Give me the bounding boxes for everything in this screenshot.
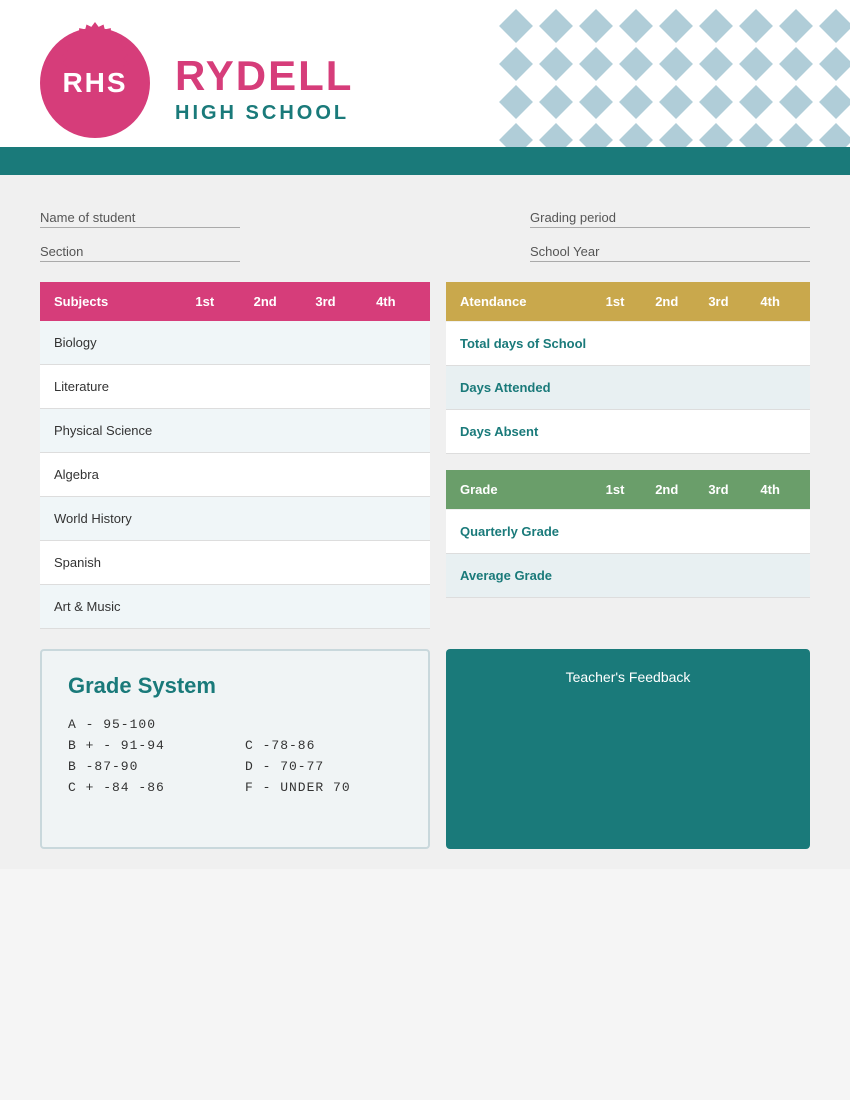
grade-col-q3: 3rd	[693, 482, 745, 497]
feedback-box: Teacher's Feedback	[446, 649, 810, 849]
attendance-row: Total days of School	[446, 322, 810, 366]
grade-system-item: C -78-86	[245, 738, 402, 753]
grade-col-q1: 1st	[589, 482, 641, 497]
grade-system-item: B -87-90	[68, 759, 225, 774]
grade-system-item: B + - 91-94	[68, 738, 225, 753]
subjects-rows: Biology Literature Physical Science Algebra…	[40, 321, 430, 629]
bottom-grid: Grade System A - 95-100 B + - 91-94 C -78-…	[40, 649, 810, 849]
feedback-title: Teacher's Feedback	[566, 669, 691, 685]
subject-row: Biology	[40, 321, 430, 365]
grade-col-label: Grade	[460, 482, 589, 497]
subjects-section: Subjects 1st 2nd 3rd 4th Biology Literatu…	[40, 282, 430, 629]
subjects-col-q4: 4th	[356, 294, 416, 309]
grade-col-q4: 4th	[744, 482, 796, 497]
subject-row: Art & Music	[40, 585, 430, 629]
subject-name: Spanish	[54, 555, 175, 570]
right-col: Atendance 1st 2nd 3rd 4th Total days of …	[446, 282, 810, 629]
subject-row: Literature	[40, 365, 430, 409]
content: Name of student Section Grading period S…	[0, 175, 850, 869]
subject-name: Art & Music	[54, 599, 175, 614]
subject-row: Algebra	[40, 453, 430, 497]
subject-row: Physical Science	[40, 409, 430, 453]
grade-system-grid: A - 95-100 B + - 91-94 C -78-86 B -87-90 D -…	[68, 717, 402, 795]
grade-system-item: A - 95-100	[68, 717, 402, 732]
subject-row: Spanish	[40, 541, 430, 585]
student-info: Name of student Section Grading period S…	[40, 195, 810, 282]
subjects-col-q2: 2nd	[235, 294, 295, 309]
grade-system-item: C + -84 -86	[68, 780, 225, 795]
attendance-row: Days Attended	[446, 366, 810, 410]
subject-name: Biology	[54, 335, 175, 350]
grade-rows: Quarterly GradeAverage Grade	[446, 510, 810, 598]
subject-name: Algebra	[54, 467, 175, 482]
school-name-sub: HIGH SCHOOL	[175, 102, 353, 125]
diamond-pattern: // Will be rendered via JS below	[490, 0, 850, 150]
subjects-col-q3: 3rd	[295, 294, 355, 309]
subject-row: World History	[40, 497, 430, 541]
grade-system-item: F - UNDER 70	[245, 780, 402, 795]
section-label: Section	[40, 244, 240, 262]
attendance-section: Atendance 1st 2nd 3rd 4th Total days of …	[446, 282, 810, 454]
subjects-header: Subjects 1st 2nd 3rd 4th	[40, 282, 430, 321]
student-name-label: Name of student	[40, 210, 240, 228]
school-year-label: School Year	[530, 244, 810, 262]
school-name: RYDELL HIGH SCHOOL	[175, 52, 353, 125]
attendance-row: Days Absent	[446, 410, 810, 454]
subjects-col-label: Subjects	[54, 294, 175, 309]
grade-col-q2: 2nd	[641, 482, 693, 497]
subjects-col-q1: 1st	[175, 294, 235, 309]
grade-system-item: D - 70-77	[245, 759, 402, 774]
header-teal-bar	[0, 147, 850, 175]
attendance-header: Atendance 1st 2nd 3rd 4th	[446, 282, 810, 321]
grade-system-title: Grade System	[68, 673, 402, 699]
logo-text: RHS	[62, 67, 127, 99]
info-right: Grading period School Year	[530, 210, 810, 262]
grade-section: Grade 1st 2nd 3rd 4th Quarterly GradeAve…	[446, 470, 810, 598]
main-grid: Subjects 1st 2nd 3rd 4th Biology Literatu…	[40, 282, 810, 629]
school-name-main: RYDELL	[175, 52, 353, 100]
school-logo: RHS	[40, 28, 150, 138]
attendance-rows: Total days of SchoolDays AttendedDays Ab…	[446, 322, 810, 454]
grade-row: Average Grade	[446, 554, 810, 598]
grade-system-box: Grade System A - 95-100 B + - 91-94 C -78-…	[40, 649, 430, 849]
grade-row: Quarterly Grade	[446, 510, 810, 554]
attendance-col-label: Atendance	[460, 294, 589, 309]
grade-header: Grade 1st 2nd 3rd 4th	[446, 470, 810, 509]
subject-name: Physical Science	[54, 423, 175, 438]
attendance-col-q2: 2nd	[641, 294, 693, 309]
subject-name: World History	[54, 511, 175, 526]
info-left: Name of student Section	[40, 210, 240, 262]
attendance-col-q3: 3rd	[693, 294, 745, 309]
header: // Will be rendered via JS below RHS RYD…	[0, 0, 850, 175]
attendance-col-q4: 4th	[744, 294, 796, 309]
grading-period-label: Grading period	[530, 210, 810, 228]
subject-name: Literature	[54, 379, 175, 394]
attendance-col-q1: 1st	[589, 294, 641, 309]
